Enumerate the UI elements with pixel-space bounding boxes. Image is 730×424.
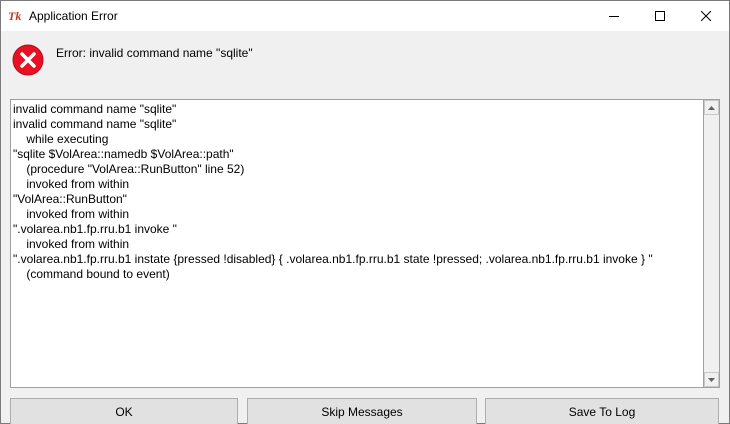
save-to-log-button[interactable]: Save To Log [485, 398, 719, 424]
close-icon [701, 11, 711, 21]
skip-messages-button[interactable]: Skip Messages [247, 398, 477, 424]
details-line: invoked from within [13, 177, 130, 191]
vertical-scrollbar[interactable] [703, 99, 720, 388]
window-title: Application Error [29, 9, 118, 23]
minimize-button[interactable] [591, 1, 637, 31]
details-line: (procedure "VolArea::RunButton" line 52) [13, 162, 245, 176]
details-line: invalid command name "sqlite" [13, 102, 177, 116]
error-message: Error: invalid command name "sqlite" [56, 46, 253, 60]
error-icon [12, 44, 44, 76]
maximize-icon [655, 11, 665, 21]
scroll-down-button[interactable] [704, 372, 719, 387]
scroll-up-arrow-icon [708, 105, 715, 110]
error-header: Error: invalid command name "sqlite" [1, 31, 729, 95]
ok-button[interactable]: OK [10, 398, 238, 424]
details-line: (command bound to event) [13, 267, 170, 281]
details-line: "sqlite $VolArea::namedb $VolArea::path" [13, 147, 234, 161]
maximize-button[interactable] [637, 1, 683, 31]
details-line: ".volarea.nb1.fp.rru.b1 instate {pressed… [13, 252, 653, 266]
details-line: while executing [13, 132, 109, 146]
title-bar[interactable]: Tk Application Error [1, 1, 729, 31]
scroll-down-arrow-icon [708, 377, 715, 382]
details-line: ".volarea.nb1.fp.rru.b1 invoke " [13, 222, 177, 236]
scroll-up-button[interactable] [704, 100, 719, 115]
tk-app-icon: Tk [8, 9, 22, 23]
minimize-icon [609, 16, 619, 17]
error-details-lines: invalid command name "sqlite" invalid com… [13, 102, 653, 282]
close-button[interactable] [683, 1, 729, 31]
error-details-text[interactable]: invalid command name "sqlite" invalid com… [10, 99, 703, 388]
details-line: invoked from within [13, 237, 130, 251]
error-dialog-window: Tk Application Error Error: invalid comm… [0, 0, 730, 424]
details-line: invalid command name "sqlite" [13, 117, 177, 131]
details-line: "VolArea::RunButton" [13, 192, 127, 206]
details-line: invoked from within [13, 207, 130, 221]
